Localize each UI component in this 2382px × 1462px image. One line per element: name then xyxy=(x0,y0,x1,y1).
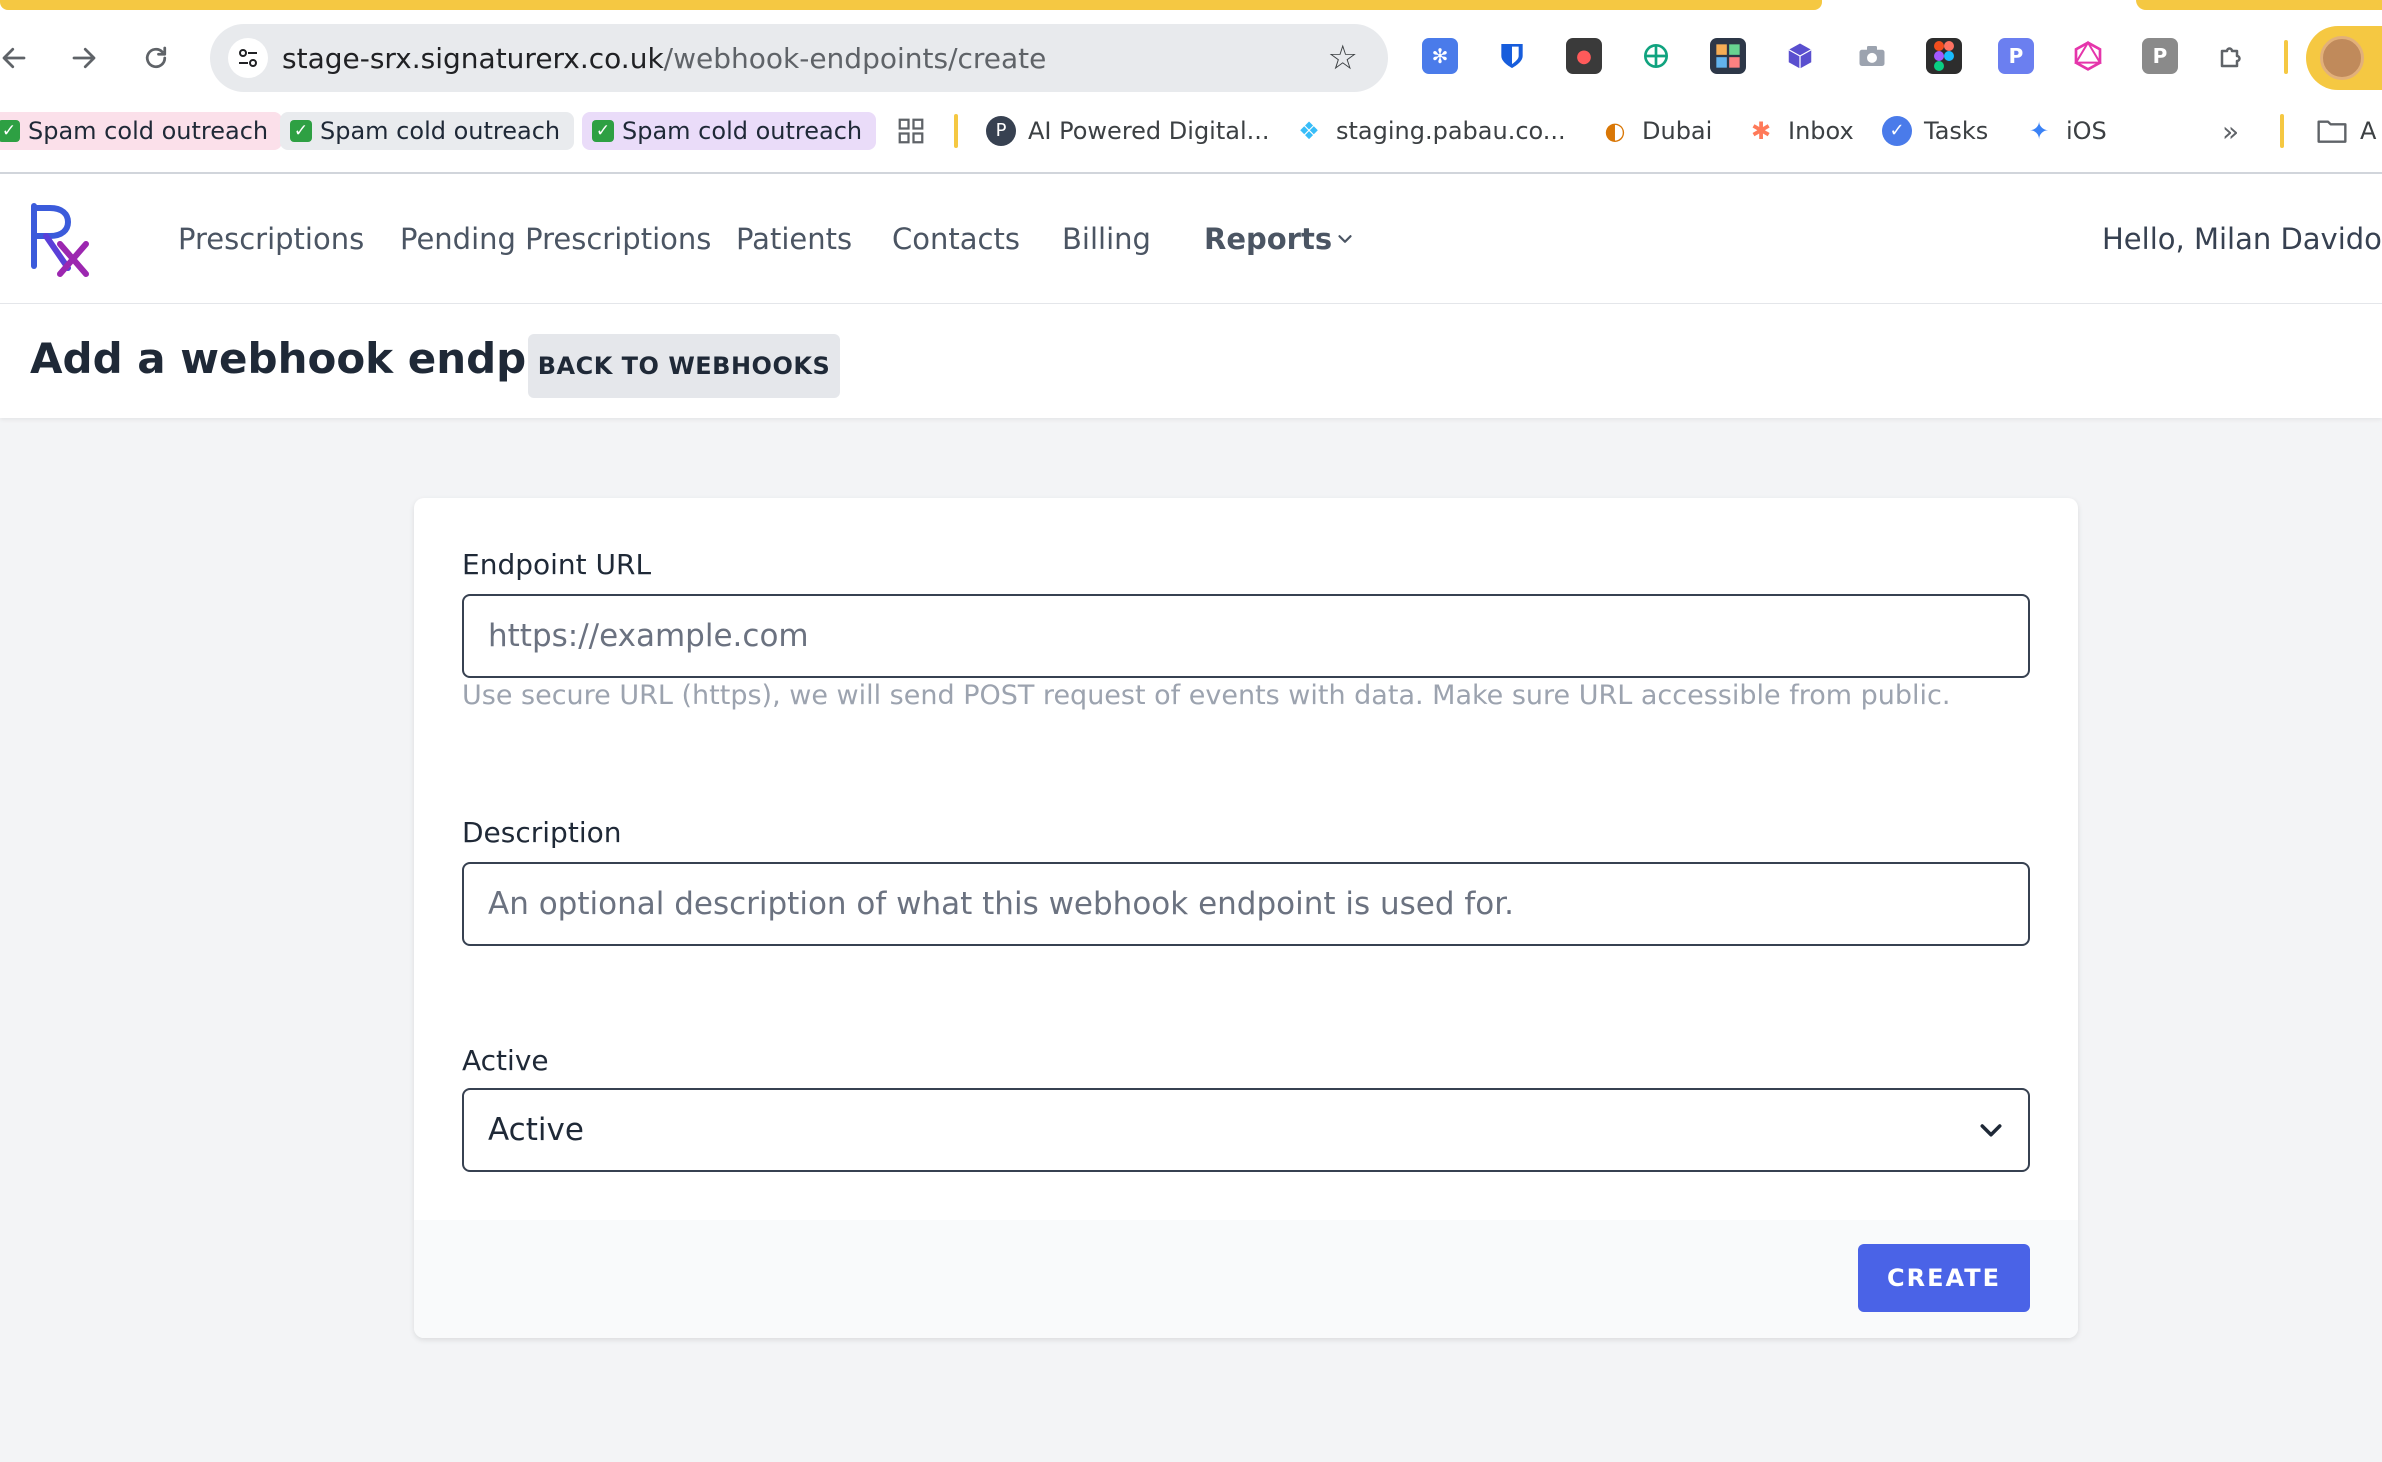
site-settings-icon[interactable] xyxy=(228,38,268,78)
endpoint-url-input[interactable] xyxy=(462,594,2030,678)
tab-group-accent-right xyxy=(2136,0,2382,10)
app-store-icon: ✦ xyxy=(2028,117,2050,145)
webhook-form-card: Endpoint URL Use secure URL (https), we … xyxy=(414,498,2078,1338)
p-gray-icon[interactable]: P xyxy=(2142,38,2178,74)
bookmark-inbox[interactable]: ✱ Inbox xyxy=(1746,112,1854,150)
bitwarden-icon[interactable] xyxy=(1494,38,1530,74)
openai-icon[interactable] xyxy=(1638,38,1674,74)
nav-pending-prescriptions[interactable]: Pending Prescriptions xyxy=(400,222,711,256)
bookmark-ai-powered[interactable]: P AI Powered Digital... xyxy=(986,112,1270,150)
description-input[interactable] xyxy=(462,862,2030,946)
reload-button[interactable] xyxy=(134,36,178,80)
checkmark-icon: ✓ xyxy=(290,120,312,142)
bookmark-label: A xyxy=(2360,117,2377,145)
form-footer: CREATE xyxy=(414,1220,2078,1338)
active-select[interactable]: Active xyxy=(462,1088,2030,1172)
create-button[interactable]: CREATE xyxy=(1858,1244,2030,1312)
url-text: stage-srx.signaturerx.co.uk/webhook-endp… xyxy=(282,41,1047,75)
figma-icon[interactable] xyxy=(1926,38,1962,74)
cube-icon[interactable] xyxy=(1782,38,1818,74)
dubai-icon: ◐ xyxy=(1604,117,1626,145)
back-to-webhooks-button[interactable]: BACK TO WEBHOOKS xyxy=(528,334,840,398)
camera-icon[interactable] xyxy=(1854,38,1890,74)
bookmark-label: Dubai xyxy=(1642,117,1713,145)
record-icon[interactable]: ● xyxy=(1566,38,1602,74)
endpoint-url-help: Use secure URL (https), we will send POS… xyxy=(462,680,1951,711)
arrow-left-icon xyxy=(2,47,26,69)
bookmark-folder-a[interactable]: A xyxy=(2316,112,2376,150)
tasks-check-icon: ✓ xyxy=(1882,116,1912,146)
active-label: Active xyxy=(462,1044,549,1077)
hubspot-icon: ✱ xyxy=(1750,117,1772,145)
chevron-down-icon[interactable] xyxy=(1334,228,1356,250)
nav-reports[interactable]: Reports xyxy=(1204,222,1332,256)
bookmark-ios[interactable]: ✦ iOS xyxy=(2024,112,2107,150)
bookmark-label: Tasks xyxy=(1924,117,1989,145)
rx-logo[interactable] xyxy=(28,200,94,278)
bookmark-label: Spam cold outreach xyxy=(622,117,863,145)
apps-grid-icon[interactable] xyxy=(896,112,926,150)
description-label: Description xyxy=(462,816,622,849)
more-bookmarks-icon[interactable]: » xyxy=(2222,112,2239,150)
bookmark-label: Spam cold outreach xyxy=(28,117,269,145)
page-header: Add a webhook endpoint BACK TO WEBHOOKS xyxy=(0,304,2382,418)
p-circle-icon: P xyxy=(986,116,1016,146)
checkmark-icon: ✓ xyxy=(592,120,614,142)
graphql-icon[interactable] xyxy=(2070,38,2106,74)
bookmark-star-icon[interactable]: ☆ xyxy=(1328,38,1358,78)
address-bar[interactable]: stage-srx.signaturerx.co.uk/webhook-endp… xyxy=(210,24,1388,92)
nav-prescriptions[interactable]: Prescriptions xyxy=(178,222,364,256)
bookmark-spam-2[interactable]: ✓ Spam cold outreach xyxy=(280,112,575,150)
folder-icon xyxy=(2317,120,2347,143)
bookmark-spam-1[interactable]: ✓ Spam cold outreach xyxy=(0,112,283,150)
bookmark-label: Inbox xyxy=(1788,117,1854,145)
dots-diamond-icon: ❖ xyxy=(1298,117,1320,145)
profile-avatar[interactable] xyxy=(2306,26,2382,90)
nav-contacts[interactable]: Contacts xyxy=(892,222,1020,256)
grid-app-icon[interactable] xyxy=(1710,38,1746,74)
bookmark-label: Spam cold outreach xyxy=(320,117,561,145)
p-icon[interactable]: P xyxy=(1998,38,2034,74)
bookmark-label: staging.pabau.co... xyxy=(1336,117,1566,145)
tab-group-accent xyxy=(0,0,1822,10)
nav-billing[interactable]: Billing xyxy=(1062,222,1151,256)
asterisk-icon[interactable]: ✻ xyxy=(1422,38,1458,74)
chevron-down-icon xyxy=(1980,1124,2002,1137)
puzzle-icon[interactable] xyxy=(2214,38,2250,74)
forward-button[interactable] xyxy=(62,36,106,80)
avatar xyxy=(2320,36,2364,80)
bookmark-label: iOS xyxy=(2066,117,2107,145)
endpoint-url-label: Endpoint URL xyxy=(462,548,652,581)
bookmark-spam-3[interactable]: ✓ Spam cold outreach xyxy=(582,112,877,150)
bookmark-dubai[interactable]: ◐ Dubai xyxy=(1600,112,1713,150)
active-select-value: Active xyxy=(488,1112,584,1148)
bookmark-separator xyxy=(2280,114,2284,148)
arrow-right-icon xyxy=(72,47,96,69)
user-greeting[interactable]: Hello, Milan Davidovik xyxy=(2102,222,2382,256)
bookmark-separator xyxy=(954,114,958,148)
nav-patients[interactable]: Patients xyxy=(736,222,852,256)
reload-icon xyxy=(145,46,167,69)
bookmark-staging-pabau[interactable]: ❖ staging.pabau.co... xyxy=(1294,112,1566,150)
checkmark-icon: ✓ xyxy=(0,120,20,142)
toolbar-separator xyxy=(2284,40,2288,74)
bookmark-tasks[interactable]: ✓ Tasks xyxy=(1882,112,1988,150)
app-header: Prescriptions Pending Prescriptions Pati… xyxy=(0,174,2382,304)
browser-chrome: stage-srx.signaturerx.co.uk/webhook-endp… xyxy=(0,0,2382,174)
bookmark-label: AI Powered Digital... xyxy=(1028,117,1270,145)
back-button[interactable] xyxy=(0,36,36,80)
